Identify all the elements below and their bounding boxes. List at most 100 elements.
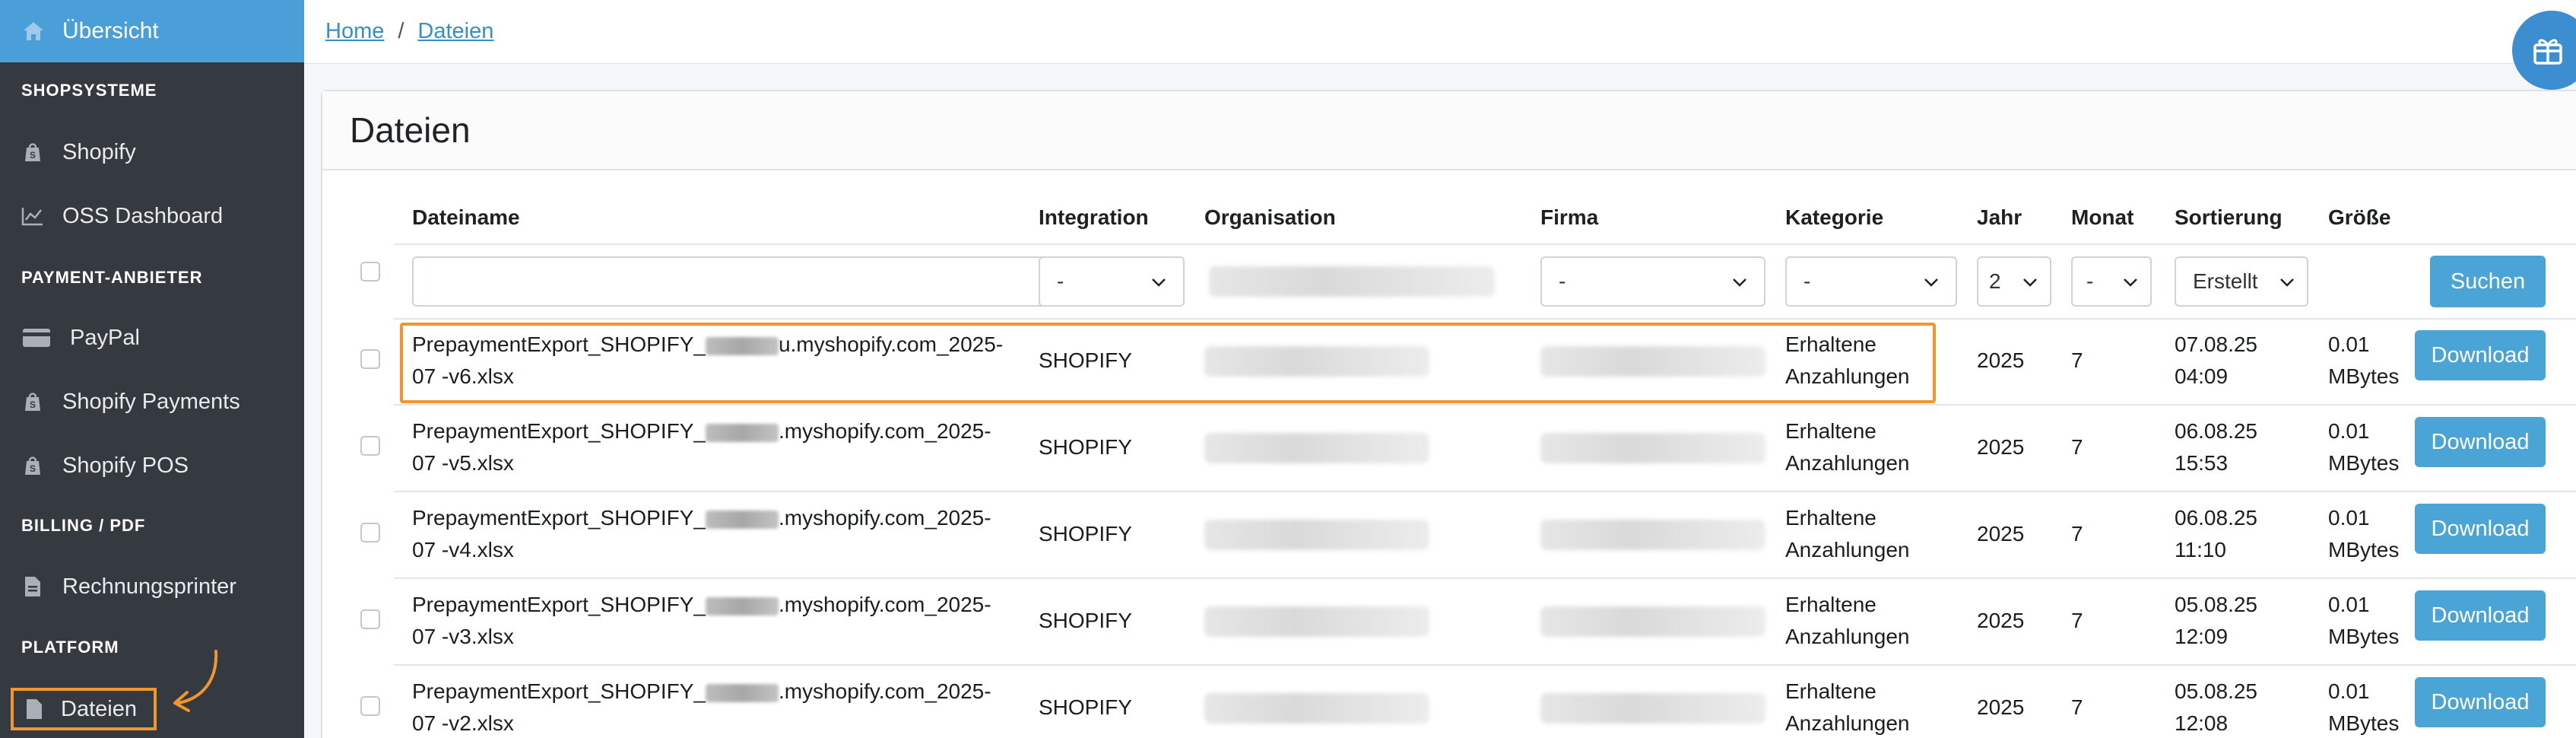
sidebar-item-shopify-payments[interactable]: S Shopify Payments (0, 379, 304, 425)
row-checkbox[interactable] (360, 609, 380, 629)
size-cell: 0.01 MBytes (2328, 676, 2399, 738)
file-name-suffix: 07 -v5.xlsx (412, 451, 514, 475)
sidebar-item-label: Shopify (62, 139, 136, 164)
file-name-prefix: PrepaymentExport_SHOPIFY_ (412, 679, 706, 703)
redacted-shop-name (705, 683, 779, 702)
created-date: 07.08.25 (2175, 332, 2257, 356)
search-button[interactable]: Suchen (2430, 256, 2546, 307)
table-divider (394, 404, 2576, 406)
column-header-firma: Firma (1540, 205, 1599, 229)
integration-cell: SHOPIFY (1039, 435, 1132, 459)
monat-filter-value: - (2086, 269, 2094, 293)
gift-button[interactable] (2512, 11, 2576, 90)
file-name-suffix: 07 -v2.xlsx (412, 711, 514, 735)
kategorie-cell: Erhaltene Anzahlungen (1785, 676, 1909, 738)
file-name-domain: .myshopify.com_2025- (778, 419, 991, 443)
created-cell: 05.08.25 12:08 (2175, 676, 2257, 738)
download-button[interactable]: Download (2415, 330, 2546, 380)
sidebar-item-uebersicht[interactable]: Übersicht (0, 0, 304, 62)
credit-card-icon (21, 326, 52, 349)
table-divider (394, 664, 2576, 666)
column-header-integration: Integration (1039, 205, 1149, 229)
svg-text:S: S (30, 399, 36, 410)
row-checkbox[interactable] (360, 523, 380, 542)
file-name[interactable]: PrepaymentExport_SHOPIFY_ .myshopify.com_… (412, 415, 1020, 479)
download-button[interactable]: Download (2415, 677, 2546, 727)
monat-cell: 7 (2071, 522, 2083, 546)
sidebar-item-oss-dashboard[interactable]: OSS Dashboard (0, 193, 304, 239)
size-unit: MBytes (2328, 711, 2400, 735)
sortierung-filter-select[interactable]: Erstellt (2175, 256, 2308, 307)
kategorie-line-1: Erhaltene (1785, 679, 1876, 703)
jahr-filter-value: 2 (1989, 269, 2001, 293)
kategorie-line-1: Erhaltene (1785, 593, 1876, 616)
monat-cell: 7 (2071, 348, 2083, 372)
sidebar-item-label: Übersicht (62, 18, 159, 43)
size-value: 0.01 (2328, 593, 2370, 616)
file-name-domain: .myshopify.com_2025- (778, 679, 991, 703)
jahr-cell: 2025 (1977, 609, 2025, 632)
download-button[interactable]: Download (2415, 590, 2546, 641)
shopify-bag-icon: S (21, 454, 44, 477)
sidebar-item-label: Shopify POS (62, 453, 189, 478)
kategorie-filter-select[interactable]: - (1785, 256, 1957, 307)
size-unit: MBytes (2328, 364, 2400, 388)
created-cell: 05.08.25 12:09 (2175, 589, 2257, 653)
integration-filter-select[interactable]: - (1039, 256, 1185, 307)
column-header-kategorie: Kategorie (1785, 205, 1884, 229)
jahr-filter-select[interactable]: 2 (1977, 256, 2051, 307)
firma-filter-select[interactable]: - (1540, 256, 1765, 307)
row-checkbox[interactable] (360, 696, 380, 716)
file-name-prefix: PrepaymentExport_SHOPIFY_ (412, 506, 706, 530)
sidebar-section-billing-pdf: BILLING / PDF (21, 516, 146, 535)
table-divider (394, 577, 2576, 579)
chevron-down-icon (1733, 278, 1746, 287)
file-name-prefix: PrepaymentExport_SHOPIFY_ (412, 593, 706, 616)
filename-filter-input[interactable] (412, 256, 1063, 307)
file-name[interactable]: PrepaymentExport_SHOPIFY_ .myshopify.com_… (412, 589, 1020, 653)
sidebar-item-label: OSS Dashboard (62, 203, 224, 228)
created-time: 04:09 (2175, 364, 2229, 388)
sidebar-item-shopify[interactable]: S Shopify (0, 129, 304, 175)
file-name-suffix: 07 -v4.xlsx (412, 538, 514, 561)
sidebar-item-label: PayPal (70, 325, 140, 350)
integration-filter-value: - (1057, 269, 1064, 293)
monat-filter-select[interactable]: - (2071, 256, 2152, 307)
sidebar-item-dateien[interactable]: Dateien (11, 688, 157, 730)
sidebar-item-label: Rechnungsprinter (62, 574, 236, 599)
monat-cell: 7 (2071, 435, 2083, 459)
size-cell: 0.01 MBytes (2328, 589, 2399, 653)
chevron-down-icon (2280, 278, 2294, 287)
size-unit: MBytes (2328, 538, 2400, 561)
breadcrumb-current-link[interactable]: Dateien (417, 19, 493, 44)
monat-cell: 7 (2071, 695, 2083, 719)
jahr-cell: 2025 (1977, 348, 2025, 372)
sidebar-item-paypal[interactable]: PayPal (0, 315, 304, 361)
column-header-organisation: Organisation (1204, 205, 1336, 229)
created-cell: 07.08.25 04:09 (2175, 329, 2257, 393)
breadcrumb-home-link[interactable]: Home (325, 19, 384, 44)
app: Übersicht SHOPSYSTEME S Shopify OSS Dash… (0, 0, 2576, 738)
sidebar-item-rechnungsprinter[interactable]: Rechnungsprinter (0, 564, 304, 609)
download-button[interactable]: Download (2415, 504, 2546, 554)
redacted-shop-name (705, 596, 779, 616)
kategorie-line-2: Anzahlungen (1785, 451, 1910, 475)
organisation-filter-redacted[interactable] (1209, 266, 1495, 297)
sidebar-section-shopsysteme: SHOPSYSTEME (21, 81, 157, 100)
table-divider (394, 243, 2576, 245)
sidebar-item-shopify-pos[interactable]: S Shopify POS (0, 443, 304, 488)
chevron-down-icon (2023, 278, 2037, 287)
download-button[interactable]: Download (2415, 417, 2546, 467)
firma-redacted (1540, 433, 1765, 463)
gift-icon (2533, 39, 2562, 65)
row-checkbox[interactable] (360, 436, 380, 456)
size-value: 0.01 (2328, 419, 2370, 443)
organisation-redacted (1204, 520, 1429, 550)
file-name[interactable]: PrepaymentExport_SHOPIFY_ .myshopify.com_… (412, 676, 1020, 738)
kategorie-cell: Erhaltene Anzahlungen (1785, 415, 1909, 479)
file-name[interactable]: PrepaymentExport_SHOPIFY_ .myshopify.com_… (412, 502, 1020, 566)
created-cell: 06.08.25 15:53 (2175, 415, 2257, 479)
sidebar-item-label: Dateien (61, 696, 137, 721)
select-all-checkbox[interactable] (360, 262, 380, 282)
row-checkbox[interactable] (360, 349, 380, 369)
